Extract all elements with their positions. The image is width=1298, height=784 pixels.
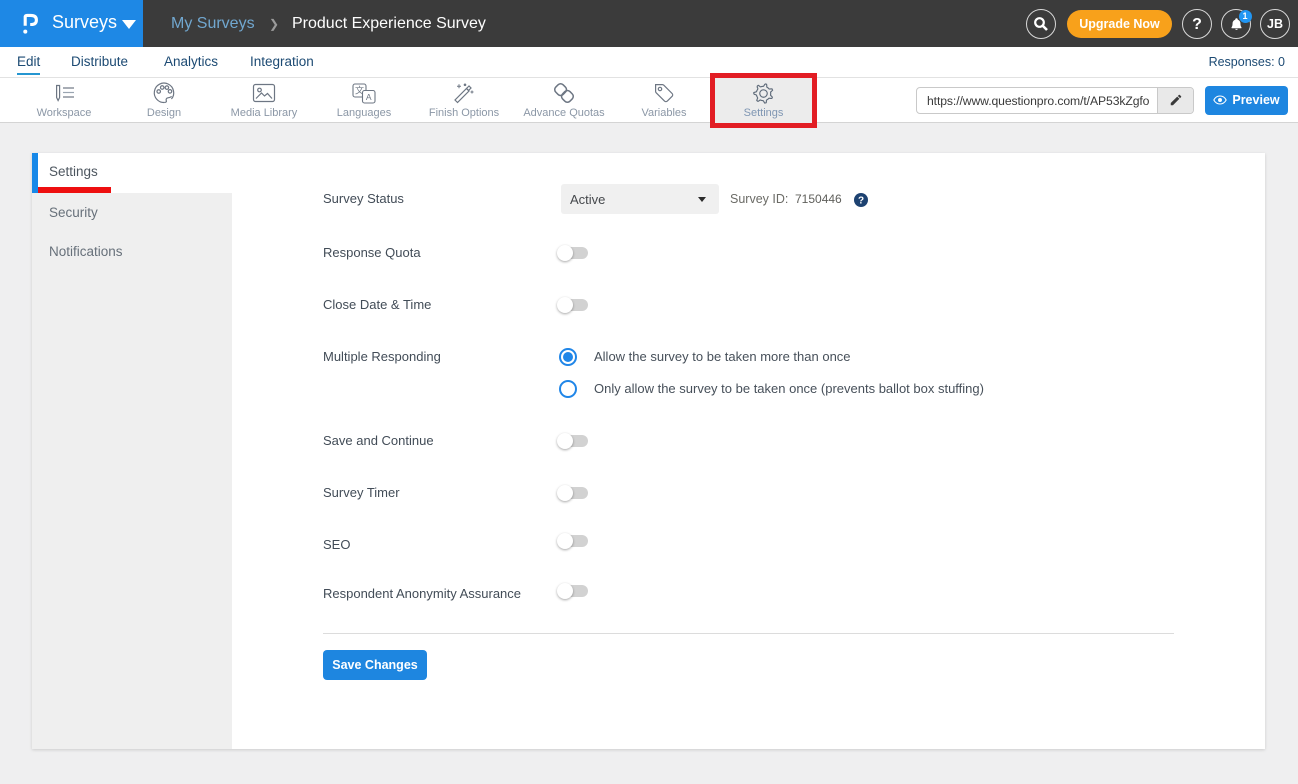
svg-text:?: ? xyxy=(858,196,864,207)
svg-text:A: A xyxy=(366,92,372,102)
